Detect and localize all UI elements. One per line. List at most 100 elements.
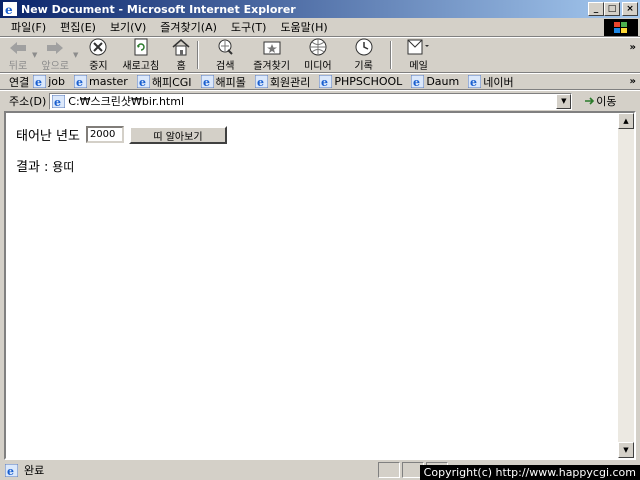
svg-text:e: e bbox=[76, 76, 83, 88]
svg-text:e: e bbox=[35, 76, 42, 88]
close-button[interactable]: × bbox=[622, 2, 638, 16]
title-bar[interactable]: e New Document - Microsoft Internet Expl… bbox=[0, 0, 640, 18]
link-job[interactable]: e job bbox=[33, 75, 65, 88]
find-zodiac-button[interactable]: 띠 알아보기 bbox=[128, 125, 227, 144]
media-label: 미디어 bbox=[304, 61, 332, 72]
address-input[interactable] bbox=[68, 94, 549, 108]
ie-page-icon: e bbox=[200, 75, 214, 88]
link-label: master bbox=[89, 75, 128, 88]
standard-toolbar: 뒤로 ▼ 앞으로 ▼ 중지 새로고침 홈 검색 즐겨찾기 미디어 기록 메일 » bbox=[0, 37, 640, 73]
ie-page-icon: e bbox=[5, 463, 18, 477]
chevron-down-icon: ▼ bbox=[561, 97, 567, 105]
go-arrow-icon bbox=[585, 97, 595, 105]
menu-tools[interactable]: 도구(T) bbox=[224, 19, 274, 35]
link-happymall[interactable]: e 해피몰 bbox=[200, 74, 246, 90]
go-label: 이동 bbox=[596, 95, 617, 108]
ie-icon: e bbox=[3, 2, 17, 17]
address-label: 주소(D) bbox=[9, 95, 47, 108]
menu-bar: 파일(F) 편집(E) 보기(V) 즐겨찾기(A) 도구(T) 도움말(H) bbox=[0, 18, 640, 37]
birth-year-input[interactable] bbox=[85, 126, 124, 143]
windows-logo-icon bbox=[604, 19, 638, 36]
maximize-icon: □ bbox=[607, 4, 617, 14]
menu-help[interactable]: 도움말(H) bbox=[273, 19, 334, 35]
ie-page-icon: e bbox=[468, 75, 482, 88]
refresh-button[interactable]: 새로고침 bbox=[122, 38, 159, 72]
address-field[interactable]: e ▼ bbox=[49, 92, 573, 110]
status-text: 완료 bbox=[24, 464, 45, 477]
link-daum[interactable]: e Daum bbox=[411, 75, 459, 88]
vertical-scrollbar[interactable]: ▲ ▼ bbox=[618, 113, 634, 458]
copyright-watermark: Copyright(c) http://www.happycgi.com bbox=[419, 465, 640, 480]
link-master[interactable]: e master bbox=[74, 75, 128, 88]
menu-edit[interactable]: 편집(E) bbox=[53, 19, 103, 35]
status-bar: e 완료 Copyright(c) http://www.happycgi.co… bbox=[0, 460, 640, 480]
minimize-icon: _ bbox=[593, 4, 599, 14]
link-label: 회원관리 bbox=[269, 75, 311, 89]
mail-button[interactable]: 메일 bbox=[406, 38, 432, 72]
back-dropdown-icon[interactable]: ▼ bbox=[32, 51, 37, 59]
history-button[interactable]: 기록 bbox=[354, 38, 374, 72]
result-label: 결과 : bbox=[16, 160, 49, 175]
search-label: 검색 bbox=[216, 61, 235, 72]
forward-button[interactable]: 앞으로 bbox=[41, 38, 69, 72]
home-icon bbox=[172, 39, 190, 56]
back-button[interactable]: 뒤로 bbox=[8, 38, 28, 72]
toolbar-overflow-icon[interactable]: » bbox=[630, 42, 636, 53]
link-happycgi[interactable]: e 해피CGI bbox=[136, 74, 192, 90]
ie-page-icon: e bbox=[411, 75, 425, 88]
forward-label: 앞으로 bbox=[41, 61, 69, 72]
forward-dropdown-icon[interactable]: ▼ bbox=[73, 51, 78, 59]
toolbar-separator bbox=[389, 41, 392, 69]
svg-text:e: e bbox=[321, 76, 328, 88]
svg-text:e: e bbox=[413, 76, 420, 88]
birth-year-label: 태어난 년도 bbox=[16, 129, 80, 144]
address-dropdown-button[interactable]: ▼ bbox=[556, 93, 572, 109]
link-naver[interactable]: e 네이버 bbox=[468, 74, 514, 90]
links-label: 연결 bbox=[9, 75, 30, 89]
search-button[interactable]: 검색 bbox=[215, 38, 235, 72]
menu-favorites[interactable]: 즐겨찾기(A) bbox=[153, 19, 224, 35]
back-arrow-icon bbox=[10, 42, 26, 54]
go-button[interactable]: 이동 bbox=[584, 93, 617, 109]
favorites-button[interactable]: 즐겨찾기 bbox=[253, 38, 290, 72]
minimize-button[interactable]: _ bbox=[588, 2, 604, 16]
maximize-button[interactable]: □ bbox=[604, 2, 620, 16]
page-viewport: 태어난 년도 띠 알아보기 결과 : 용띠 ▲ ▼ bbox=[4, 111, 636, 460]
result-value: 용띠 bbox=[52, 160, 75, 174]
link-phpschool[interactable]: e PHPSCHOOL bbox=[319, 75, 402, 88]
favorites-icon bbox=[263, 41, 281, 55]
address-bar: 주소(D) e ▼ 이동 bbox=[0, 90, 640, 111]
status-panel bbox=[378, 462, 400, 478]
svg-text:e: e bbox=[203, 76, 210, 88]
home-button[interactable]: 홈 bbox=[171, 38, 191, 72]
scroll-up-button[interactable]: ▲ bbox=[618, 113, 634, 129]
back-label: 뒤로 bbox=[8, 61, 28, 72]
menu-view[interactable]: 보기(V) bbox=[103, 19, 153, 35]
stop-button[interactable]: 중지 bbox=[88, 38, 108, 72]
close-icon: × bbox=[626, 4, 634, 14]
svg-text:e: e bbox=[5, 3, 13, 16]
link-member-admin[interactable]: e 회원관리 bbox=[254, 74, 311, 90]
ie-page-icon: e bbox=[136, 75, 150, 88]
history-icon bbox=[355, 38, 373, 56]
mail-label: 메일 bbox=[409, 61, 428, 72]
chevron-down-icon: ▼ bbox=[623, 446, 629, 454]
stop-icon bbox=[89, 38, 107, 56]
ie-page-icon: e bbox=[52, 94, 66, 108]
media-button[interactable]: 미디어 bbox=[304, 38, 332, 72]
menu-file[interactable]: 파일(F) bbox=[4, 19, 53, 35]
search-icon bbox=[218, 39, 233, 55]
svg-text:e: e bbox=[54, 96, 61, 108]
ie-page-icon: e bbox=[319, 75, 333, 88]
links-overflow-icon[interactable]: » bbox=[630, 76, 636, 87]
link-label: 네이버 bbox=[483, 75, 514, 89]
toolbar-separator bbox=[197, 41, 200, 69]
svg-text:e: e bbox=[257, 76, 264, 88]
refresh-icon bbox=[134, 38, 148, 56]
svg-text:e: e bbox=[470, 76, 477, 88]
ie-page-icon: e bbox=[74, 75, 88, 88]
link-label: Daum bbox=[426, 75, 460, 88]
scroll-down-button[interactable]: ▼ bbox=[618, 442, 634, 458]
svg-text:e: e bbox=[7, 465, 14, 477]
link-label: 해피몰 bbox=[215, 75, 246, 89]
